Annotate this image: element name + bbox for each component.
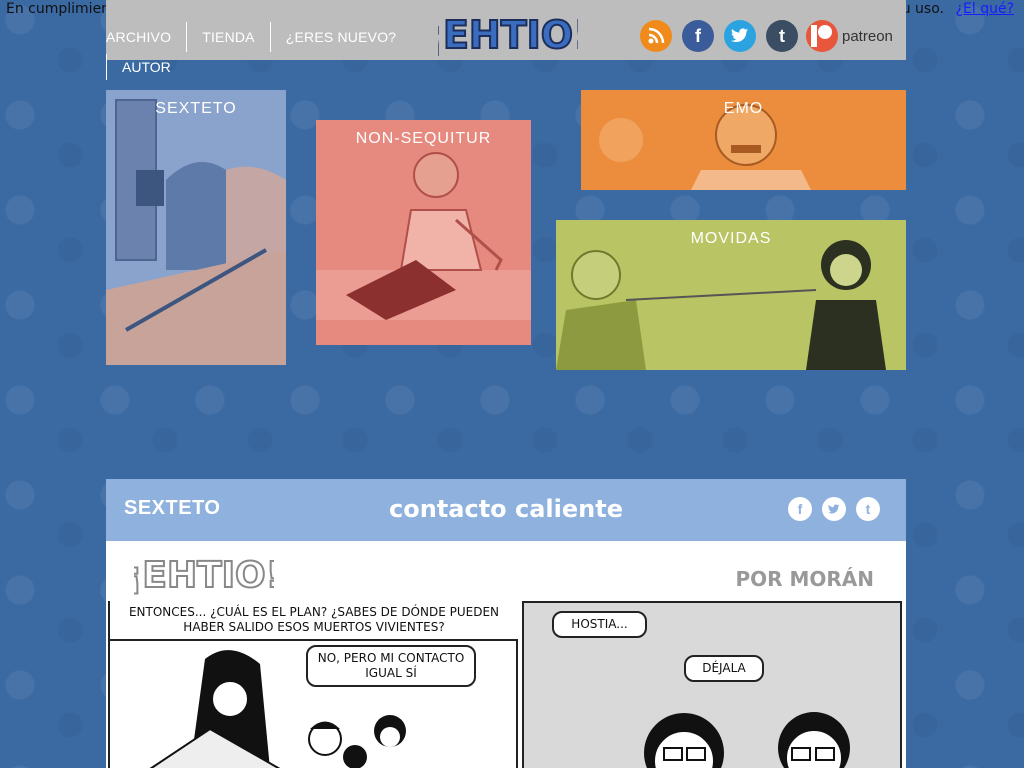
share-tumblr-icon[interactable]: t [856, 497, 880, 521]
nav-item-tienda[interactable]: TIENDA [187, 22, 271, 52]
patreon-label: patreon [842, 27, 893, 45]
comic-body: ¡EHTIO! POR MORÁN ENTONCES... ¿CUÁL ES E… [106, 541, 906, 768]
tile-nonsequitur[interactable]: NON-SEQUITUR [316, 120, 531, 345]
comic-logo: ¡EHTIO! [134, 554, 274, 597]
tumblr-icon[interactable]: t [766, 20, 798, 52]
tile-nonsequitur-art [316, 120, 531, 345]
twitter-icon[interactable] [724, 20, 756, 52]
tile-sexteto[interactable]: SEXTETO [106, 90, 286, 365]
comic-logo-text: ¡EHTIO! [134, 555, 274, 596]
tile-emo[interactable]: EMO [581, 90, 906, 190]
comic-panel-2: HOSTIA... DÉJALA [522, 601, 902, 768]
panel1-caption: ENTONCES... ¿CUÁL ES EL PLAN? ¿SABES DE … [110, 601, 518, 641]
comic-share: f t [788, 497, 880, 521]
logo-graphic: ¡EHTIO! [425, 12, 592, 58]
tile-movidas[interactable]: MOVIDAS [556, 220, 906, 370]
comic-author: POR MORÁN [735, 567, 874, 591]
tile-emo-label: EMO [723, 100, 764, 117]
comic-panel-1: ENTONCES... ¿CUÁL ES EL PLAN? ¿SABES DE … [108, 601, 518, 768]
patreon-link[interactable]: patreon [806, 18, 902, 54]
comic-title: contacto caliente [389, 495, 623, 523]
tile-movidas-label: MOVIDAS [690, 230, 772, 247]
patreon-icon [806, 20, 838, 52]
panel2-art [644, 712, 850, 768]
share-twitter-icon[interactable] [822, 497, 846, 521]
panel1-art [149, 650, 406, 768]
site-logo[interactable]: ¡EHTIO! [425, 8, 592, 58]
share-facebook-icon[interactable]: f [788, 497, 812, 521]
nav-item-archivo[interactable]: ARCHIVO [106, 22, 188, 52]
tile-sexteto-art [106, 90, 286, 365]
tile-sexteto-label: SEXTETO [155, 100, 237, 117]
social-links: f t [640, 20, 798, 52]
rss-icon[interactable] [640, 20, 672, 52]
comic-header: SEXTETO contacto caliente f t [106, 479, 906, 541]
logo-text: ¡EHTIO! [438, 13, 578, 57]
facebook-icon[interactable]: f [682, 20, 714, 52]
nav-item-eres-nuevo[interactable]: ¿ERES NUEVO? [271, 22, 412, 52]
comic-strip: SEXTETO contacto caliente f t ¡EHTIO! PO… [106, 479, 906, 768]
tile-nonsequitur-label: NON-SEQUITUR [355, 130, 492, 147]
nav-item-autor[interactable]: AUTOR [106, 54, 171, 80]
main-nav: ARCHIVO TIENDA ¿ERES NUEVO? [106, 22, 411, 52]
